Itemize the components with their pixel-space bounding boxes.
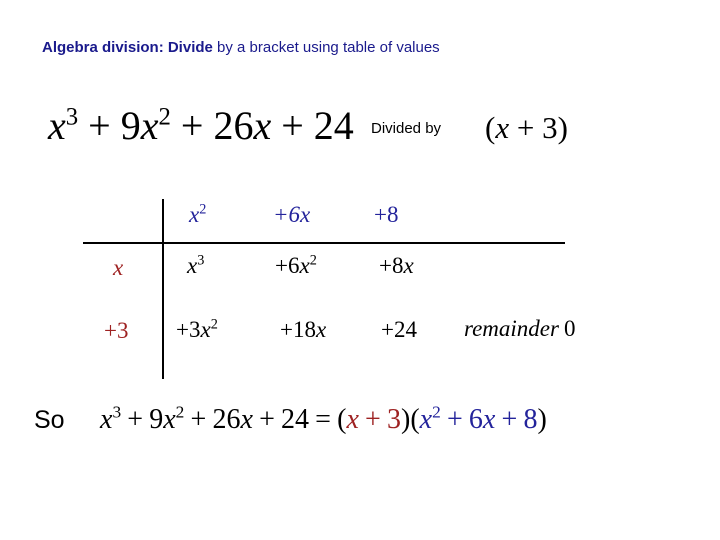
conclusion-equation: x3 +9x2 +26x +24 = (x +3)(x2 +6x +8) [100, 403, 547, 437]
conclusion-factor1-constant: 3 [387, 404, 401, 435]
conclusion-so-label: So [34, 406, 65, 434]
table-cell-r1c3-coef: +8 [379, 253, 404, 278]
slide-canvas: Algebra division: Divide by a bracket us… [0, 0, 720, 540]
table-header-cell-1-base: x [189, 202, 200, 227]
table-cell-r1c1-base: x [187, 253, 198, 278]
dividend-term2-coef: 9 [120, 103, 141, 148]
table-header-cell-3-text: +8 [374, 202, 399, 227]
dividend-term2-base: x [140, 103, 159, 148]
dividend-term2-exponent: 2 [158, 103, 171, 131]
remainder-note: remainder 0 [464, 314, 576, 344]
divisor-close-paren: ) [557, 110, 568, 145]
table-cell-r2c2-coef: +18 [280, 317, 316, 342]
table-header-cell-1-exponent: 2 [199, 201, 207, 218]
conclusion-factor2-open-paren: ( [410, 404, 420, 435]
table-header-cell-2: +6x [273, 200, 310, 230]
conclusion-equals-sign: = [315, 404, 331, 435]
conclusion-factor2-close-paren: ) [537, 404, 547, 435]
conclusion-factor2-t3: 8 [523, 404, 538, 435]
dividend-term3-coef: 26 [213, 103, 254, 148]
remainder-value: 0 [564, 316, 576, 341]
conclusion-lhs-op1: + [127, 404, 144, 435]
divisor-expression: (x + 3) [485, 109, 568, 147]
conclusion-lhs-op2: + [190, 404, 207, 435]
table-cell-r2c1-coef: +3 [176, 317, 201, 342]
table-cell-r1c2-exponent: 2 [309, 252, 317, 269]
conclusion-factor2-op2: + [501, 404, 518, 435]
table-cell-r1c1-exponent: 3 [197, 252, 205, 269]
dividend-op3: + [271, 103, 314, 148]
page-title: Algebra division: Divide by a bracket us… [42, 38, 440, 58]
page-title-rest: by a bracket using table of values [212, 39, 440, 56]
table-row-label-2: +3 [104, 316, 128, 346]
dividend-term4: 24 [313, 103, 354, 148]
table-horizontal-divider [83, 242, 565, 244]
conclusion-factor1: x +3 [346, 404, 401, 435]
table-header-cell-3: +8 [374, 200, 398, 230]
conclusion-factor1-close-paren: ) [401, 404, 411, 435]
remainder-label: remainder [464, 316, 559, 341]
table-cell-r1c2-base: x [299, 253, 310, 278]
dividend-term1-exponent: 3 [65, 103, 79, 131]
conclusion-lhs-t2-coef: 9 [149, 404, 164, 435]
conclusion-factor2: x2 +6x +8 [419, 402, 538, 435]
conclusion-factor2-t2-base: x [482, 404, 496, 435]
conclusion-lhs-op3: + [259, 404, 275, 435]
table-cell-r2c1: +3x2 [176, 315, 218, 345]
conclusion-lhs-t4: 24 [281, 404, 310, 435]
table-cell-r2c2-base: x [315, 317, 327, 342]
table-row-label-2-text: +3 [104, 318, 129, 343]
conclusion-lhs-t2-base: x [163, 404, 176, 435]
divisor-op: + [509, 110, 543, 145]
divided-by-label: Divided by [371, 120, 442, 137]
dividend-term3-base: x [253, 103, 272, 148]
dividend-op1: + [78, 103, 121, 148]
table-vertical-divider [162, 199, 164, 379]
dividend-expression: x3 + 9x2 + 26x + 24 [48, 103, 354, 149]
table-cell-r2c2: +18x [280, 315, 326, 345]
table-cell-r1c1: x3 [187, 251, 204, 281]
table-cell-r2c3: +24 [381, 315, 417, 345]
table-cell-r2c1-base: x [200, 317, 211, 342]
conclusion-lhs-t1-exponent: 3 [112, 402, 122, 422]
dividend-term1-base: x [48, 103, 66, 148]
table-header-cell-1: x2 [189, 200, 206, 230]
conclusion-factor2-t2-coef: 6 [468, 404, 483, 435]
table-cell-r1c2-coef: +6 [275, 253, 300, 278]
conclusion-factor2-t1-exponent: 2 [432, 402, 441, 422]
table-cell-r2c3-coef: +24 [381, 317, 417, 342]
table-row-label-1: x [113, 255, 124, 280]
conclusion-factor1-variable: x [346, 404, 359, 435]
conclusion-lhs-t3-base: x [240, 404, 253, 435]
conclusion-factor1-op: + [365, 404, 381, 435]
table-cell-r1c3-base: x [403, 253, 414, 278]
table-header-cell-2-text: +6x [273, 202, 311, 227]
conclusion-lhs-t2-exponent: 2 [175, 402, 185, 422]
divisor-variable: x [495, 110, 510, 145]
divisor-open-paren: ( [485, 110, 496, 145]
table-cell-r1c2: +6x2 [275, 251, 317, 281]
page-title-bold: Algebra division: Divide [42, 39, 213, 56]
conclusion-factor2-t1-base: x [419, 404, 433, 435]
table-cell-r1c3: +8x [379, 251, 414, 281]
dividend-op2: + [170, 103, 214, 148]
conclusion-factor2-op1: + [446, 404, 463, 435]
divisor-constant: 3 [542, 110, 558, 145]
conclusion-lhs-t1-base: x [100, 404, 113, 435]
conclusion-lhs: x3 +9x2 +26x +24 [100, 402, 310, 435]
table-cell-r2c1-exponent: 2 [210, 316, 218, 333]
conclusion-lhs-t3-coef: 26 [212, 404, 241, 435]
